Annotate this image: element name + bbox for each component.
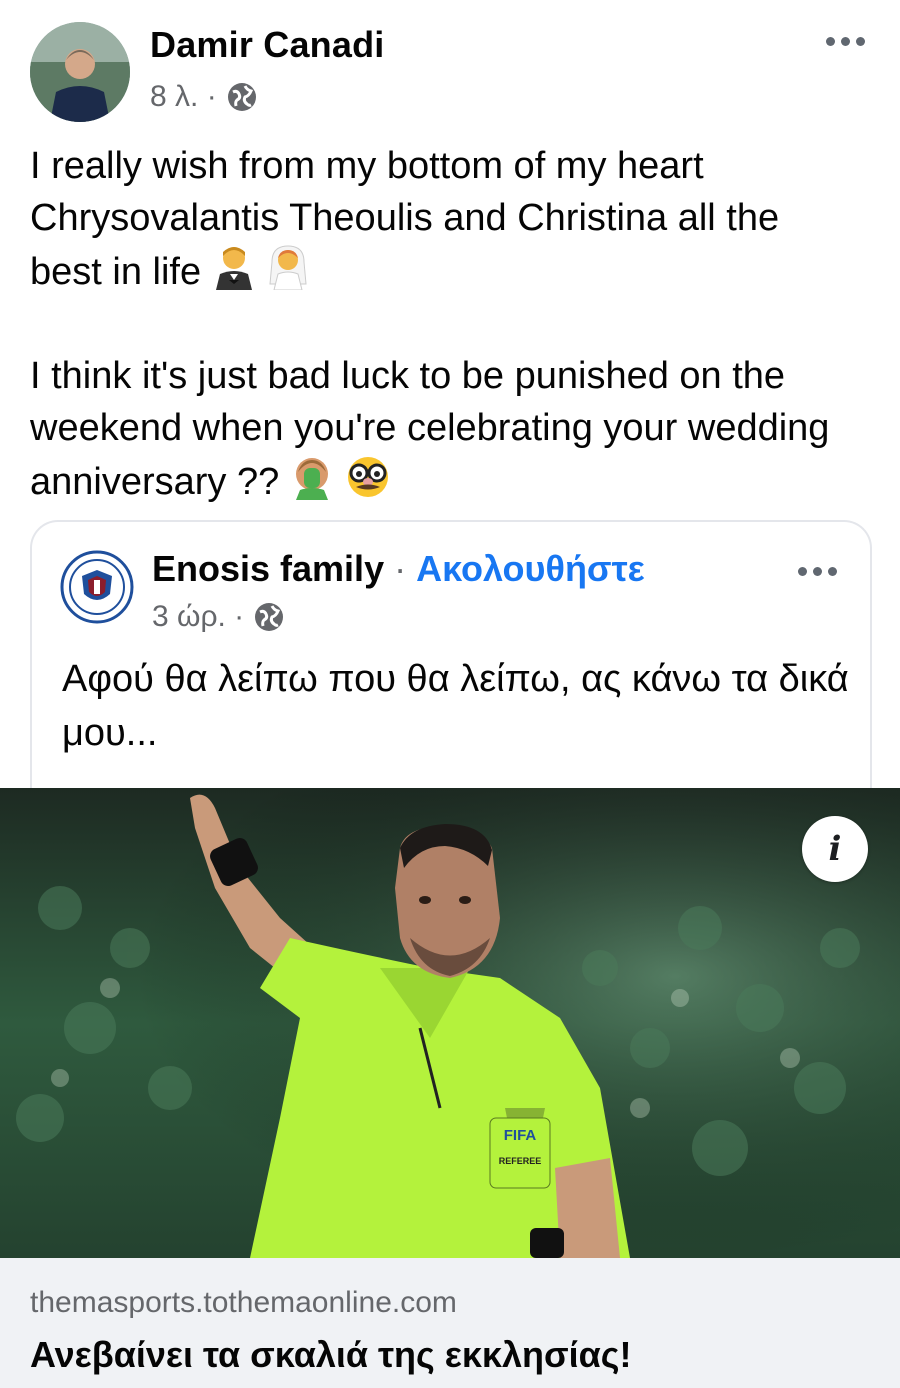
more-options-icon[interactable] [826, 37, 865, 46]
page-name[interactable]: Enosis family [152, 548, 384, 589]
author-avatar[interactable] [30, 22, 130, 122]
post-time[interactable]: 8 λ. · [150, 80, 217, 114]
more-options-icon[interactable] [798, 567, 837, 576]
author-name[interactable]: Damir Canadi [150, 24, 384, 66]
post-text-line: weekend when you're celebrating your wed… [30, 407, 830, 449]
fifa-text: FIFA [504, 1127, 537, 1144]
shared-post-time[interactable]: 3 ώρ. · [152, 600, 244, 634]
post-text-line: I really wish from my bottom of my heart [30, 145, 704, 187]
link-domain: themasports.tothemaonline.com [30, 1286, 457, 1319]
follow-button[interactable]: Ακολουθήστε [416, 548, 645, 589]
page-name-row: Enosis family · Ακολουθήστε [152, 548, 645, 590]
link-headline[interactable]: Ανεβαίνει τα σκαλιά της εκκλησίας! [30, 1334, 631, 1376]
shared-post-text: Αφού θα λείπω που θα λείπω, ας κάνω τα δ… [62, 658, 849, 754]
shared-post-card[interactable]: Enosis family · Ακολουθήστε 3 ώρ. · Αφού… [30, 520, 872, 802]
post-text-line: Chrysovalantis Theoulis and Christina al… [30, 197, 780, 239]
post-text: I really wish from my bottom of my heart… [30, 140, 880, 508]
post-header: Damir Canadi 8 λ. · [0, 0, 900, 140]
facepalm-emoji [295, 458, 328, 500]
bride-emoji [269, 245, 307, 290]
link-preview-card[interactable]: themasports.tothemaonline.com Ανεβαίνει … [0, 1258, 900, 1388]
globe-icon [227, 83, 256, 111]
separator: · [384, 548, 417, 589]
disguise-emoji [348, 457, 389, 497]
post-text-line: anniversary ?? [30, 454, 880, 508]
groom-emoji [215, 247, 252, 290]
post-meta: 8 λ. · [150, 80, 257, 114]
post-text-line: I think it's just bad luck to be punishe… [30, 355, 786, 397]
globe-icon [255, 603, 284, 631]
page-logo[interactable] [60, 550, 134, 624]
link-preview-image[interactable]: FIFA REFEREE i [0, 788, 900, 1258]
post-text-line: best in life [30, 244, 880, 298]
info-icon[interactable]: i [802, 816, 868, 882]
referee-badge-text: REFEREE [499, 1156, 542, 1166]
shared-post-meta: 3 ώρ. · [152, 600, 284, 634]
